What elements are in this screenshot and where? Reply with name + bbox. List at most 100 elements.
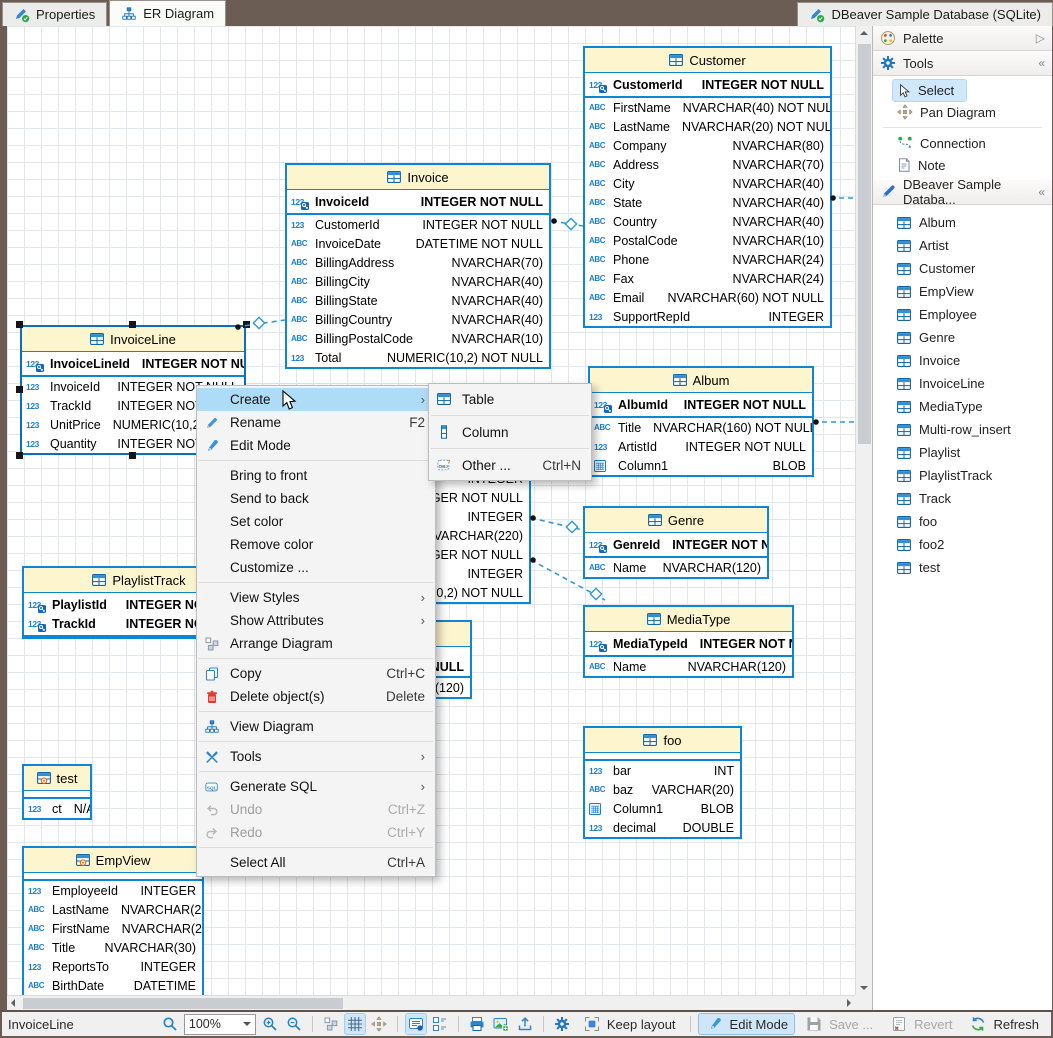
scroll-up-arrow[interactable]	[860, 31, 868, 35]
column-row[interactable]: ABCLastNameNVARCHAR(20)	[24, 900, 202, 919]
column-row[interactable]: ABCTitleNVARCHAR(160) NOT NULL	[590, 418, 812, 437]
collapse-left-icon[interactable]: «	[1038, 185, 1045, 199]
column-row[interactable]: 123InvoiceLineIdINTEGER NOT NULL	[22, 354, 244, 373]
column-row[interactable]: ABCBirthDateDATETIME	[24, 976, 202, 995]
menu-item-set-color[interactable]: Set color	[197, 510, 435, 533]
tool-pan-diagram[interactable]: Pan Diagram	[873, 101, 1052, 123]
toggle-grid-button[interactable]	[345, 1014, 365, 1034]
db-table-playlisttrack[interactable]: PlaylistTrack	[873, 464, 1052, 487]
keep-layout-toggle[interactable]: Keep layout	[576, 1014, 682, 1034]
column-row[interactable]: 123CustomerIdINTEGER NOT NULL	[585, 75, 830, 94]
menu-item-copy[interactable]: CopyCtrl+C	[197, 662, 435, 685]
entity-foo[interactable]: foo123barINTABCbazVARCHAR(20)Column1BLOB…	[583, 726, 742, 839]
column-row[interactable]: 123ArtistIdINTEGER NOT NULL	[590, 437, 812, 456]
arrange-diagram-button[interactable]	[321, 1014, 341, 1034]
menu-item-tools[interactable]: Tools›	[197, 745, 435, 768]
menu-item-create[interactable]: Create›	[197, 388, 435, 411]
menu-item-select-all[interactable]: Select AllCtrl+A	[197, 851, 435, 874]
column-row[interactable]: ABCBillingCityNVARCHAR(40)	[287, 272, 549, 291]
column-row[interactable]: ABCInvoiceDateDATETIME NOT NULL	[287, 234, 549, 253]
column-row[interactable]: ABCCompanyNVARCHAR(80)	[585, 136, 830, 155]
refresh-button[interactable]: Refresh	[962, 1014, 1045, 1034]
tools-section-header[interactable]: Tools «	[873, 51, 1052, 76]
column-row[interactable]: ABCLastNameNVARCHAR(20) NOT NULL	[585, 117, 830, 136]
column-row[interactable]: 123EmployeeIdINTEGER	[24, 881, 202, 900]
entity-header[interactable]: MediaType	[585, 607, 792, 632]
selection-handle[interactable]	[16, 321, 23, 328]
column-row[interactable]: 123SupportRepIdINTEGER	[585, 307, 830, 326]
entity-header[interactable]: Album	[590, 368, 812, 393]
toggle-notes-button[interactable]	[406, 1014, 426, 1034]
column-row[interactable]: ABCTitleNVARCHAR(30)	[24, 938, 202, 957]
scroll-down-arrow[interactable]	[860, 986, 868, 990]
column-row[interactable]: 123ReportsToINTEGER	[24, 957, 202, 976]
menu-item-arrange-diagram[interactable]: Arrange Diagram	[197, 632, 435, 655]
column-row[interactable]: 123InvoiceIdINTEGER NOT NULL	[287, 192, 549, 211]
search-icon[interactable]	[160, 1014, 180, 1034]
column-row[interactable]: ABCCityNVARCHAR(40)	[585, 174, 830, 193]
column-row[interactable]: ABCBillingStateNVARCHAR(40)	[287, 291, 549, 310]
db-table-invoice[interactable]: Invoice	[873, 349, 1052, 372]
save-image-button[interactable]	[491, 1014, 511, 1034]
entity-header[interactable]: EmpView	[24, 848, 202, 873]
tool-select[interactable]: Select	[893, 80, 966, 101]
db-section-header[interactable]: DBeaver Sample Databa... «	[873, 180, 1052, 205]
selection-handle[interactable]	[129, 321, 136, 328]
entity-header[interactable]: Invoice	[287, 165, 549, 190]
entity-header[interactable]: InvoiceLine	[22, 327, 244, 352]
db-table-track[interactable]: Track	[873, 487, 1052, 510]
scroll-left-arrow[interactable]	[11, 999, 15, 1007]
save-button[interactable]: Save ...	[798, 1014, 879, 1034]
collapse-left-icon[interactable]: «	[1038, 56, 1045, 70]
column-row[interactable]: ABCNameNVARCHAR(120)	[585, 657, 792, 676]
column-row[interactable]: ABCBillingAddressNVARCHAR(70)	[287, 253, 549, 272]
menu-item-show-attributes[interactable]: Show Attributes›	[197, 609, 435, 632]
db-table-customer[interactable]: Customer	[873, 257, 1052, 280]
export-button[interactable]	[515, 1014, 535, 1034]
scroll-right-arrow[interactable]	[847, 999, 851, 1007]
column-row[interactable]: 123AlbumIdINTEGER NOT NULL	[590, 395, 812, 414]
horizontal-scrollbar-thumb[interactable]	[23, 998, 343, 1009]
zoom-select[interactable]: 100%	[184, 1014, 256, 1035]
db-table-album[interactable]: Album	[873, 211, 1052, 234]
print-button[interactable]	[467, 1014, 487, 1034]
submenu-item-column[interactable]: Column	[429, 419, 591, 445]
entity-header[interactable]: foo	[585, 728, 740, 753]
db-table-foo2[interactable]: foo2	[873, 533, 1052, 556]
entity-empview[interactable]: EmpView 123EmployeeIdINTEGERABCLastNameNV…	[22, 846, 204, 995]
entity-genre[interactable]: Genre123GenreIdINTEGER NOT NULLABCNameNV…	[583, 506, 769, 579]
zoom-out-button[interactable]	[284, 1014, 304, 1034]
settings-gear-icon[interactable]	[552, 1014, 572, 1034]
tool-note[interactable]: Note	[873, 154, 1052, 176]
column-row[interactable]: 123GenreIdINTEGER NOT NULL	[585, 535, 767, 554]
vertical-scrollbar-thumb[interactable]	[858, 44, 871, 444]
db-table-mediatype[interactable]: MediaType	[873, 395, 1052, 418]
menu-item-view-diagram[interactable]: View Diagram	[197, 715, 435, 738]
db-table-multi-row_insert[interactable]: Multi-row_insert	[873, 418, 1052, 441]
menu-item-view-styles[interactable]: View Styles›	[197, 586, 435, 609]
selection-handle[interactable]	[16, 452, 23, 459]
column-row[interactable]: 123decimalDOUBLE	[585, 818, 740, 837]
selection-handle[interactable]	[243, 321, 250, 328]
column-row[interactable]: ABCBillingCountryNVARCHAR(40)	[287, 310, 549, 329]
submenu-item-table[interactable]: Table	[429, 386, 591, 412]
db-table-invoiceline[interactable]: InvoiceLine	[873, 372, 1052, 395]
column-row[interactable]: 123MediaTypeIdINTEGER NOT NULL	[585, 634, 792, 653]
db-table-foo[interactable]: foo	[873, 510, 1052, 533]
db-table-playlist[interactable]: Playlist	[873, 441, 1052, 464]
tool-connection[interactable]: Connection	[873, 132, 1052, 154]
column-row[interactable]: ABCFirstNameNVARCHAR(20)	[24, 919, 202, 938]
entity-test[interactable]: test123ctN/A	[22, 764, 92, 820]
entity-album[interactable]: Album 123AlbumIdINTEGER NOT NULL ABCTitleN…	[588, 366, 814, 477]
selection-handle[interactable]	[16, 386, 23, 393]
triangle-right-icon[interactable]: ▷	[1036, 31, 1045, 45]
column-row[interactable]: ABCPhoneNVARCHAR(24)	[585, 250, 830, 269]
edit-mode-toggle[interactable]: Edit Mode	[699, 1014, 795, 1034]
db-table-employee[interactable]: Employee	[873, 303, 1052, 326]
column-row[interactable]: Column1BLOB	[590, 456, 812, 475]
vertical-scrollbar[interactable]	[855, 26, 873, 995]
palette-header[interactable]: Palette ▷	[873, 26, 1052, 51]
menu-item-generate-sql[interactable]: SQLGenerate SQL›	[197, 775, 435, 798]
menu-item-redo[interactable]: RedoCtrl+Y	[197, 821, 435, 844]
entity-header[interactable]: Customer	[585, 48, 830, 73]
